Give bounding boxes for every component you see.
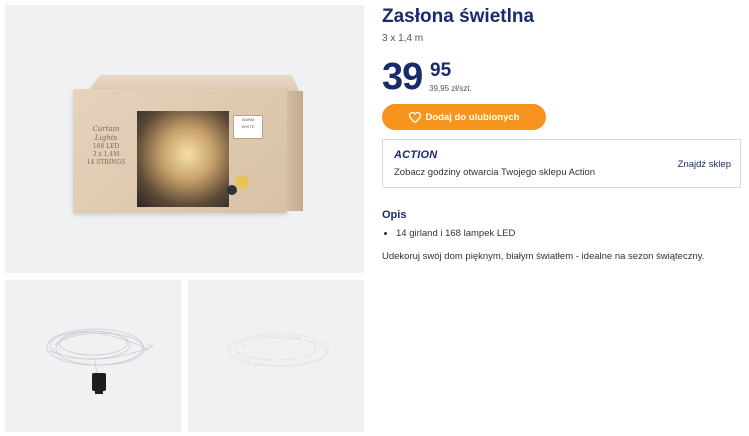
add-to-favorites-label: Dodaj do ulubionych — [425, 111, 520, 123]
string-lights-illustration — [35, 315, 155, 395]
store-info-box: ACTION Zobacz godziny otwarcia Twojego s… — [382, 139, 741, 188]
main-product-image[interactable]: Curtain Lights 168 LED 3 x 1,4M 14 STRINGS … — [5, 5, 364, 273]
thumbnail-image-1[interactable] — [5, 280, 181, 432]
description-heading: Opis — [382, 209, 407, 221]
action-logo: ACTION — [394, 149, 438, 161]
price-integer: 39 — [382, 56, 423, 98]
product-box-illustration: Curtain Lights 168 LED 3 x 1,4M 14 STRINGS … — [73, 75, 303, 215]
add-to-favorites-button[interactable]: Dodaj do ulubionych — [382, 104, 546, 130]
product-title: Zasłona świetlna — [382, 6, 535, 27]
product-size: 3 x 1,4 m — [382, 33, 424, 44]
description-list: 14 girland i 168 lampek LED — [382, 228, 515, 239]
description-bullet: 14 girland i 168 lampek LED — [396, 228, 515, 239]
box-label-text: Curtain Lights 168 LED 3 x 1,4M 14 STRINGS — [86, 125, 126, 166]
price-decimal: 95 — [430, 60, 452, 81]
string-lights-lit-illustration — [218, 320, 338, 380]
unit-price: 39,95 zł/szt. — [429, 84, 472, 93]
heart-icon — [408, 111, 421, 123]
description-text: Udekoruj swój dom pięknym, białym światł… — [382, 251, 705, 262]
box-warm-white-label: WARM WHITE — [233, 115, 263, 139]
price: 39 95 — [382, 56, 451, 98]
find-store-link[interactable]: Znajdź sklep — [678, 159, 731, 170]
thumbnail-image-2[interactable] — [188, 280, 364, 432]
store-hours-text: Zobacz godziny otwarcia Twojego sklepu A… — [394, 167, 596, 178]
